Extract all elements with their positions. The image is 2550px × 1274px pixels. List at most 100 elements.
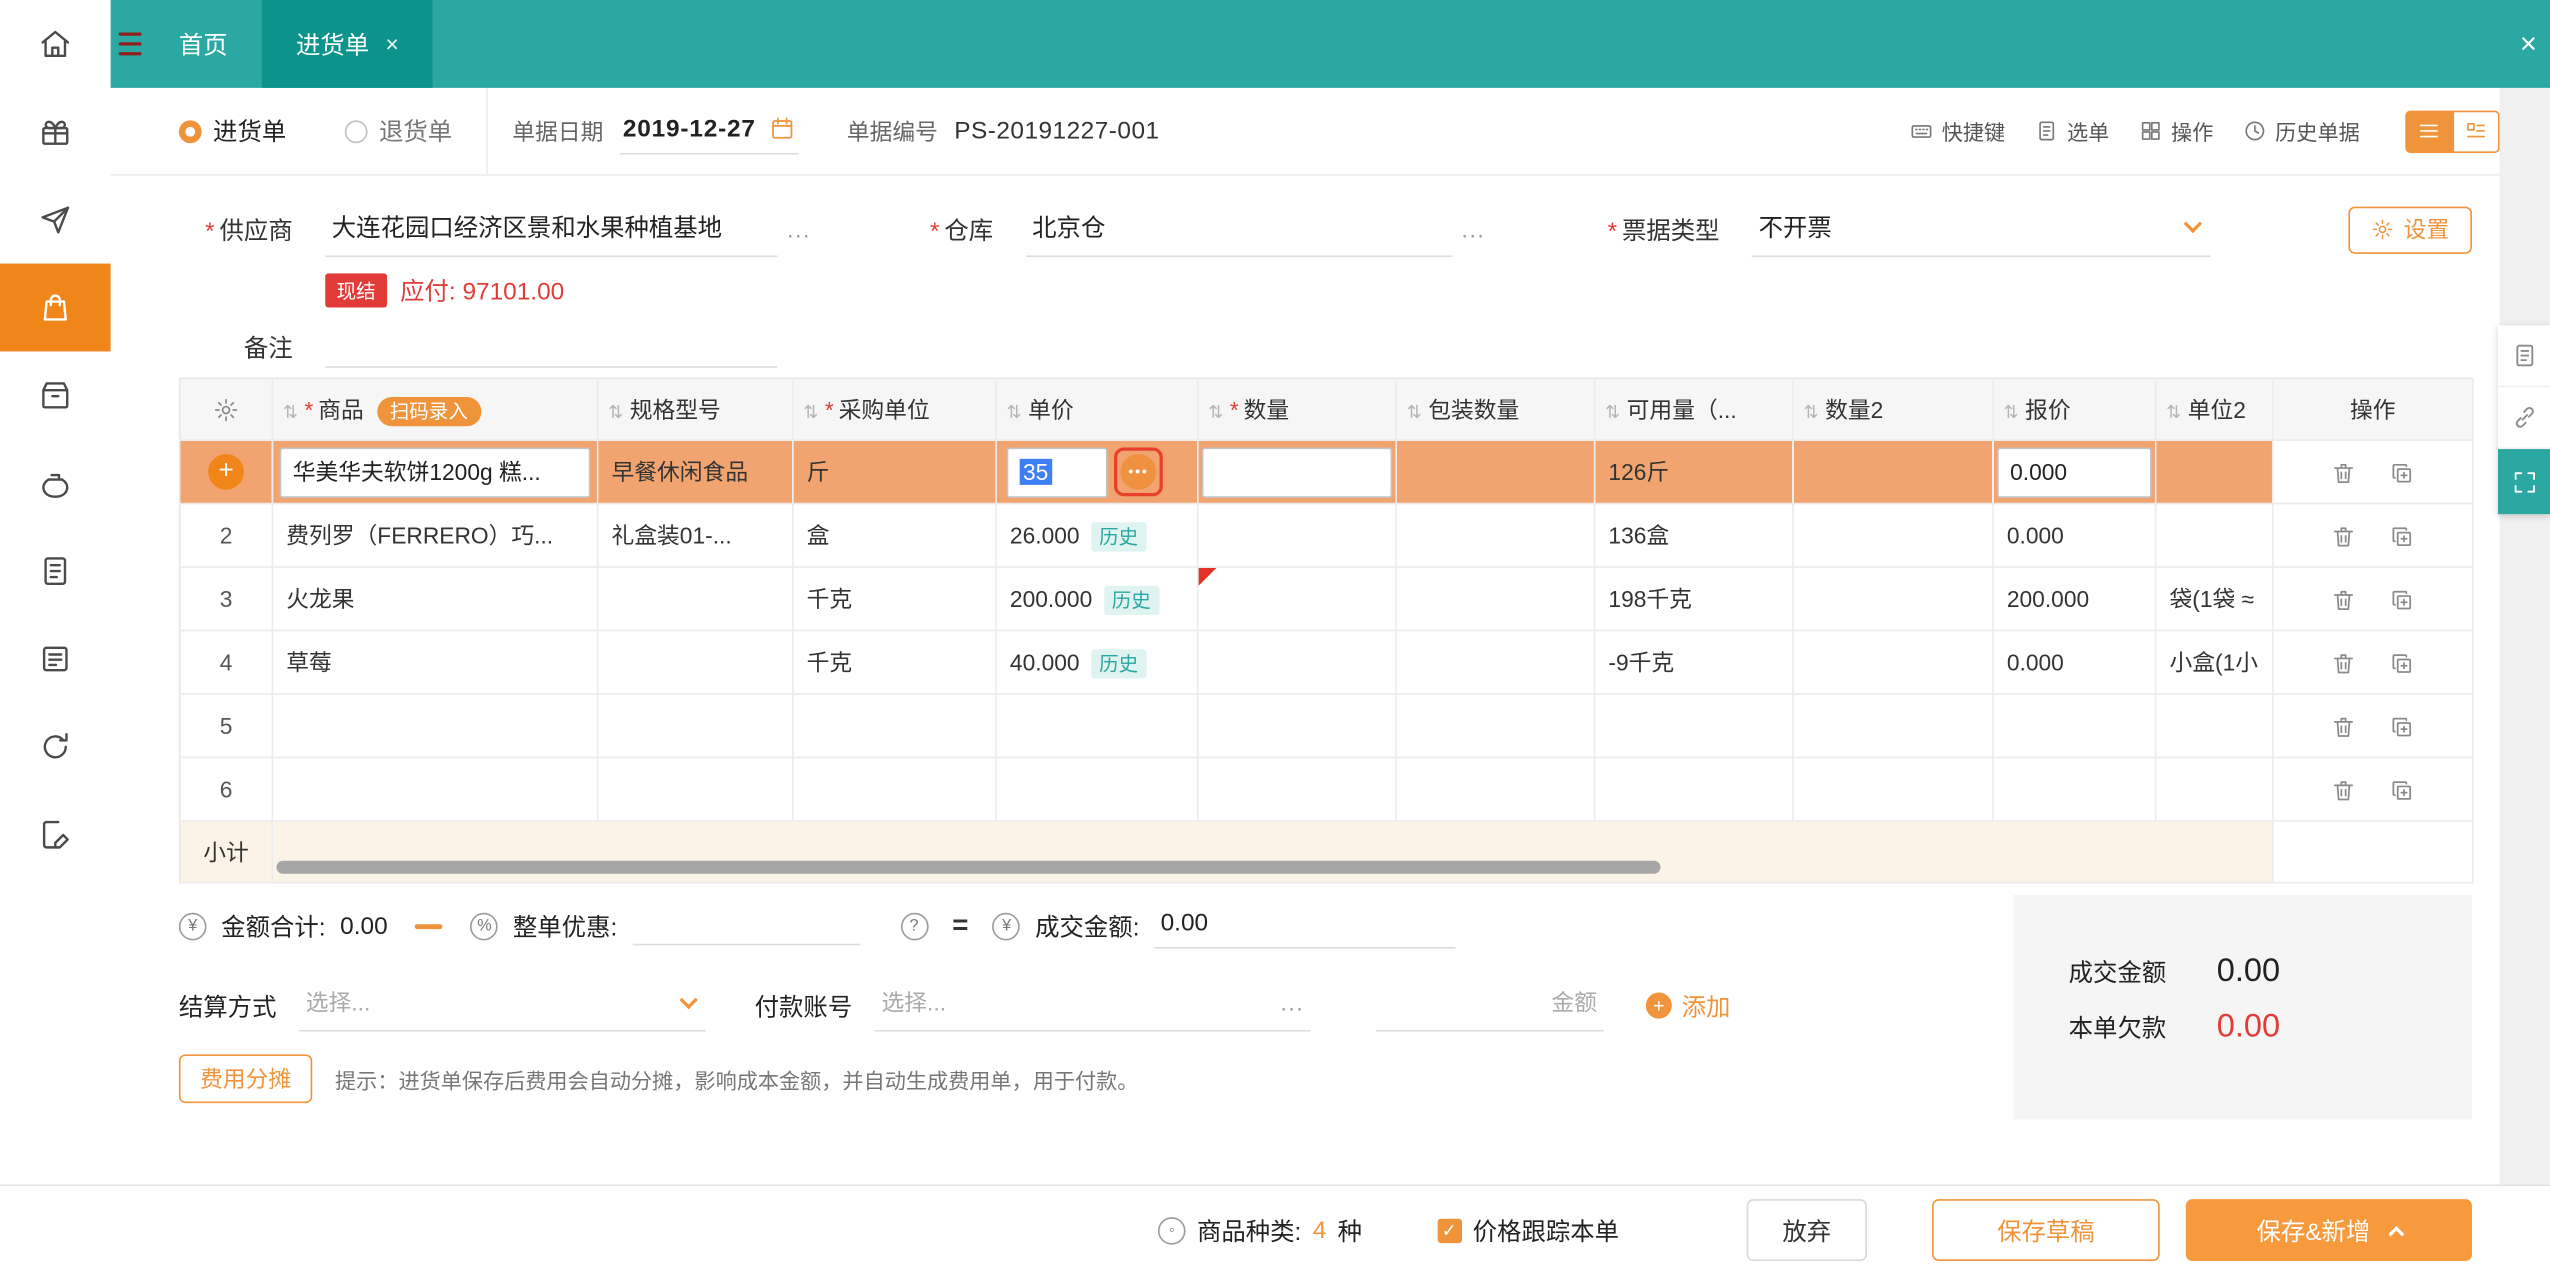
cell-spec[interactable]: [597, 693, 794, 759]
table-row-5[interactable]: 5: [179, 693, 2474, 759]
cell-pack-qty[interactable]: [1396, 630, 1596, 695]
tab-home[interactable]: 首页: [145, 0, 262, 88]
cell-qty2[interactable]: [1792, 503, 1994, 568]
price-history-badge[interactable]: 历史: [1090, 648, 1147, 678]
shortcut-keys-button[interactable]: 快捷键: [1909, 116, 2005, 147]
view-toggle-list-icon[interactable]: [2405, 109, 2453, 153]
sort-icon[interactable]: [1804, 396, 1825, 422]
supplier-more-button[interactable]: ...: [787, 216, 811, 242]
horizontal-scrollbar[interactable]: [276, 860, 1661, 874]
cell-quote[interactable]: 0.000: [1993, 503, 2157, 568]
qty-input[interactable]: [1201, 446, 1393, 498]
cell-pack-qty[interactable]: [1396, 693, 1596, 759]
sidebar-sync-icon[interactable]: [0, 703, 111, 791]
delete-row-icon[interactable]: [2331, 523, 2357, 549]
cell-price[interactable]: 200.000 历史: [996, 567, 1199, 632]
cell-unit2[interactable]: [2155, 503, 2274, 568]
sort-icon[interactable]: [1605, 396, 1626, 422]
sort-icon[interactable]: [803, 396, 824, 422]
delete-row-icon[interactable]: [2331, 460, 2357, 486]
warehouse-more-button[interactable]: ...: [1462, 216, 1486, 242]
topbar-close-icon[interactable]: ×: [2507, 27, 2550, 61]
sidebar-send-icon[interactable]: [0, 176, 111, 264]
menu-icon[interactable]: [118, 32, 142, 56]
price-history-badge[interactable]: 历史: [1090, 521, 1147, 551]
copy-row-icon[interactable]: [2389, 714, 2415, 740]
cell-unit[interactable]: 千克: [792, 567, 997, 632]
sort-icon[interactable]: [1208, 396, 1229, 422]
copy-row-icon[interactable]: [2389, 777, 2415, 803]
header-unit[interactable]: *采购单位: [792, 378, 997, 441]
cell-quote[interactable]: [1993, 757, 2157, 822]
sort-icon[interactable]: [1007, 396, 1028, 422]
delete-row-icon[interactable]: [2331, 777, 2357, 803]
discount-input[interactable]: [631, 906, 860, 946]
help-icon[interactable]: ?: [900, 911, 928, 940]
sidebar-document-icon[interactable]: [0, 527, 111, 615]
header-available[interactable]: 可用量（...: [1594, 378, 1794, 441]
sidebar-ledger-icon[interactable]: [0, 615, 111, 703]
cell-spec[interactable]: 早餐休闲食品: [597, 440, 794, 505]
add-payment-button[interactable]: + 添加: [1645, 988, 1730, 1022]
sort-icon[interactable]: [1407, 396, 1428, 422]
sidebar-home-icon[interactable]: [0, 0, 111, 88]
sidebar-warehouse-icon[interactable]: [0, 351, 111, 439]
cell-qty[interactable]: [1197, 567, 1397, 632]
remark-input[interactable]: [325, 325, 778, 368]
expand-icon[interactable]: [2497, 449, 2550, 515]
cell-price[interactable]: [996, 757, 1199, 822]
sidebar-gift-icon[interactable]: [0, 88, 111, 176]
sidebar-purchase-icon[interactable]: [0, 263, 111, 352]
calendar-icon[interactable]: [769, 116, 795, 142]
cell-qty2[interactable]: [1792, 693, 1994, 759]
cell-qty2[interactable]: [1792, 440, 1994, 505]
cell-qty2[interactable]: [1792, 630, 1994, 695]
cell-quote[interactable]: [1993, 693, 2157, 759]
table-row-3[interactable]: 3 火龙果 千克 200.000 历史 198千克 200.000 袋(1袋 ≈: [179, 567, 2474, 632]
cell-pack-qty[interactable]: [1396, 440, 1596, 505]
cell-pack-qty[interactable]: [1396, 757, 1596, 822]
quote-input[interactable]: 0.000: [1997, 446, 2152, 498]
fee-share-button[interactable]: 费用分摊: [178, 1054, 313, 1104]
cell-quote[interactable]: 0.000: [1993, 630, 2157, 695]
cell-qty[interactable]: [1197, 630, 1397, 695]
save-and-new-button[interactable]: 保存&新增: [2185, 1199, 2472, 1262]
cell-spec[interactable]: 礼盒装01-...: [597, 503, 794, 568]
cell-product[interactable]: 火龙果: [272, 567, 599, 632]
table-row-2[interactable]: 2 费列罗（FERRERO）巧... 礼盒装01-... 盒 26.000 历史 …: [179, 503, 2474, 568]
scan-entry-badge[interactable]: 扫码录入: [376, 396, 481, 426]
link-icon[interactable]: [2497, 387, 2550, 450]
cell-unit2[interactable]: 小盒(1小: [2155, 630, 2274, 695]
sort-icon[interactable]: [2166, 396, 2187, 422]
settings-button[interactable]: 设置: [2348, 205, 2472, 254]
copy-row-icon[interactable]: [2389, 523, 2415, 549]
cell-unit[interactable]: [792, 757, 997, 822]
column-settings-header[interactable]: [179, 378, 274, 441]
sort-icon[interactable]: [283, 396, 304, 422]
cell-spec[interactable]: [597, 630, 794, 695]
view-toggle-grid-icon[interactable]: [2452, 109, 2500, 153]
cell-product[interactable]: [272, 757, 599, 822]
cell-spec[interactable]: [597, 567, 794, 632]
cell-unit2[interactable]: [2155, 757, 2274, 822]
cell-qty[interactable]: [1197, 693, 1397, 759]
payment-amount-input[interactable]: 金额: [1375, 980, 1604, 1032]
cell-pack-qty[interactable]: [1396, 503, 1596, 568]
cell-qty2[interactable]: [1792, 567, 1994, 632]
cell-price[interactable]: [996, 693, 1199, 759]
abandon-button[interactable]: 放弃: [1746, 1199, 1867, 1262]
sort-icon[interactable]: [608, 396, 629, 422]
doc-date-input[interactable]: 2019-12-27: [619, 108, 799, 154]
header-qty2[interactable]: 数量2: [1792, 378, 1994, 441]
price-track-checkbox[interactable]: 价格跟踪本单: [1436, 1213, 1619, 1247]
sidebar-new-doc-icon[interactable]: [0, 791, 111, 879]
price-input[interactable]: 35: [1006, 446, 1108, 498]
checkbox-checked-icon[interactable]: [1436, 1217, 1462, 1243]
radio-return-order[interactable]: 退货单: [344, 114, 452, 148]
cell-product[interactable]: 草莓: [272, 630, 599, 695]
payment-account-select[interactable]: 选择......: [875, 980, 1311, 1032]
cell-qty[interactable]: [1197, 503, 1397, 568]
operations-button[interactable]: 操作: [2139, 116, 2213, 147]
copy-row-icon[interactable]: [2389, 460, 2415, 486]
pick-order-button[interactable]: 选单: [2034, 116, 2109, 147]
